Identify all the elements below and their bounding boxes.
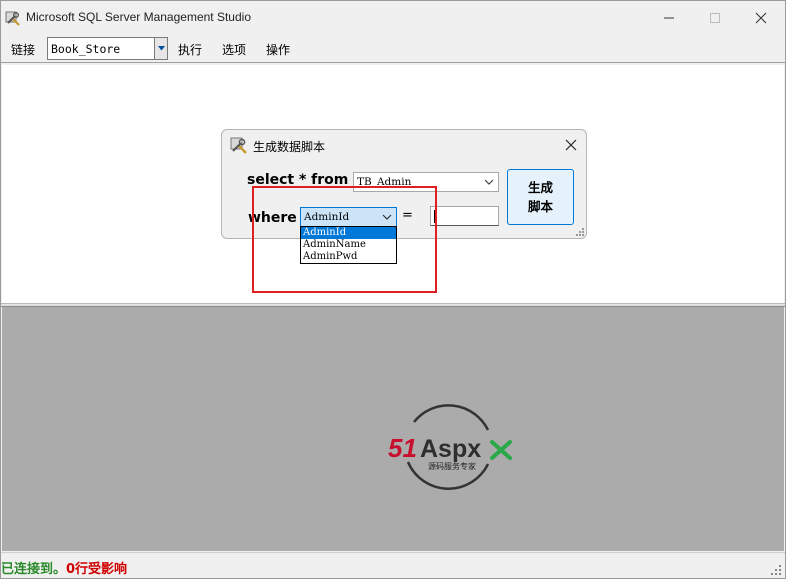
highlight-annotation xyxy=(252,186,437,293)
svg-text:Aspx: Aspx xyxy=(420,435,481,463)
generate-button-line1: 生成 xyxy=(527,180,553,195)
generate-button-line2: 脚本 xyxy=(527,199,553,214)
minimize-icon xyxy=(664,17,674,18)
close-icon xyxy=(565,139,577,151)
brand-logo: 51 Aspx 源码服务专家 xyxy=(388,404,512,490)
window-title: Microsoft SQL Server Management Studio xyxy=(26,10,251,24)
status-rows-affected: 0行受影响 xyxy=(66,562,128,577)
svg-text:51: 51 xyxy=(388,433,417,463)
maximize-icon xyxy=(710,12,720,23)
menu-execute[interactable]: 执行 xyxy=(178,41,202,58)
status-bar: 已连接到。0行受影响 xyxy=(1,552,785,578)
dialog-close-button[interactable] xyxy=(562,136,580,154)
database-select-value: Book_Store xyxy=(51,42,121,56)
close-icon xyxy=(755,12,767,23)
chevron-down-icon xyxy=(483,176,495,191)
status-connected: 已连接到。 xyxy=(1,562,67,577)
menu-options[interactable]: 选项 xyxy=(222,41,246,58)
menu-bar: 链接 Book_Store 执行 选项 操作 xyxy=(1,34,785,63)
title-bar: Microsoft SQL Server Management Studio xyxy=(1,1,785,34)
dialog-title: 生成数据脚本 xyxy=(253,140,326,154)
menu-operate[interactable]: 操作 xyxy=(266,41,290,58)
tools-icon xyxy=(230,136,248,154)
generate-script-button[interactable]: 生成 脚本 xyxy=(507,169,574,225)
database-select[interactable]: Book_Store xyxy=(47,37,168,60)
resize-grip-icon[interactable] xyxy=(771,565,781,575)
tools-icon xyxy=(5,10,21,26)
resize-grip-icon[interactable] xyxy=(576,228,584,236)
dropdown-arrow-icon[interactable] xyxy=(154,38,167,59)
maximize-button[interactable] xyxy=(692,1,738,34)
brand-subtitle: 源码服务专家 xyxy=(428,461,476,471)
close-button[interactable] xyxy=(738,1,784,34)
menu-connect[interactable]: 链接 xyxy=(11,41,35,58)
where-value-input[interactable] xyxy=(430,206,499,226)
status-message: 已连接到。0行受影响 xyxy=(1,558,127,577)
minimize-button[interactable] xyxy=(646,1,692,34)
